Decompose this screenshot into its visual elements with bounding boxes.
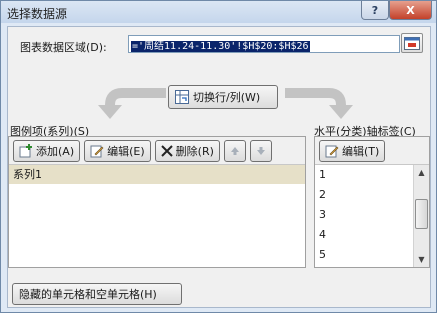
hidden-empty-cells-button[interactable]: 隐藏的单元格和空单元格(H) bbox=[12, 283, 182, 305]
collapse-range-icon bbox=[404, 36, 420, 50]
add-series-label: 添加(A) bbox=[36, 144, 75, 158]
move-up-icon bbox=[230, 146, 239, 155]
edit-series-label: 编辑(E) bbox=[107, 144, 145, 158]
delete-series-button[interactable]: 删除(R) bbox=[154, 139, 220, 162]
axis-list-scrollbar[interactable]: ▲ ▼ bbox=[413, 165, 429, 267]
axis-list-item[interactable]: 1 bbox=[315, 165, 429, 185]
help-icon: ? bbox=[371, 3, 379, 17]
axis-labels-list: 1 2 3 4 5 ▲ ▼ bbox=[315, 165, 429, 267]
scroll-up-button[interactable]: ▲ bbox=[414, 165, 429, 180]
chart-data-range-label: 图表数据区域(D): bbox=[20, 41, 107, 54]
series-panel: 添加(A) 编辑(E) 删除(R) 系列1 bbox=[8, 136, 306, 268]
dialog-body: 图表数据区域(D): ='周结11.24-11.30'!$H$20:$H$26 bbox=[7, 26, 431, 308]
edit-axis-labels-label: 编辑(T) bbox=[342, 144, 380, 158]
edit-axis-labels-button[interactable]: 编辑(T) bbox=[319, 139, 386, 162]
move-up-button[interactable] bbox=[223, 139, 246, 162]
scroll-down-button[interactable]: ▼ bbox=[414, 252, 429, 267]
left-curve-arrow-icon bbox=[98, 88, 166, 119]
chevron-down-icon: ▼ bbox=[418, 255, 425, 264]
axis-list-item[interactable]: 3 bbox=[315, 205, 429, 225]
right-curve-arrow-icon bbox=[285, 88, 353, 119]
series-list-item[interactable]: 系列1 bbox=[9, 165, 305, 184]
axis-list-item[interactable]: 5 bbox=[315, 245, 429, 265]
close-icon: X bbox=[406, 3, 415, 17]
select-data-source-dialog: 选择数据源 ? X 图表数据区域(D): ='周结11.24-11.30'!$H… bbox=[0, 0, 437, 313]
axis-toolbar: 编辑(T) bbox=[315, 137, 429, 165]
collapse-range-button[interactable] bbox=[401, 33, 423, 53]
axis-labels-panel: 编辑(T) 1 2 3 4 5 ▲ ▼ bbox=[314, 136, 430, 268]
scroll-thumb[interactable] bbox=[415, 199, 428, 229]
title-bar: 选择数据源 ? X bbox=[1, 1, 436, 23]
chart-data-range-value: ='周结11.24-11.30'!$H$20:$H$26 bbox=[131, 41, 310, 52]
hidden-empty-cells-label: 隐藏的单元格和空单元格(H) bbox=[19, 288, 157, 301]
chart-data-range-input[interactable]: ='周结11.24-11.30'!$H$20:$H$26 bbox=[128, 35, 400, 53]
axis-list-item[interactable]: 2 bbox=[315, 185, 429, 205]
chevron-up-icon: ▲ bbox=[418, 168, 425, 177]
delete-series-label: 删除(R) bbox=[175, 144, 214, 158]
switch-row-column-label: 切换行/列(W) bbox=[193, 91, 261, 104]
move-down-button[interactable] bbox=[249, 139, 272, 162]
axis-list-item[interactable]: 4 bbox=[315, 225, 429, 245]
dialog-title: 选择数据源 bbox=[7, 7, 68, 21]
close-button[interactable]: X bbox=[389, 1, 432, 20]
add-series-button[interactable]: 添加(A) bbox=[13, 139, 81, 162]
series-toolbar: 添加(A) 编辑(E) 删除(R) bbox=[9, 137, 305, 165]
help-button[interactable]: ? bbox=[361, 1, 389, 20]
delete-icon bbox=[160, 144, 173, 157]
switch-row-column-icon bbox=[175, 90, 189, 104]
switch-row-column-button[interactable]: 切换行/列(W) bbox=[168, 85, 278, 109]
edit-icon bbox=[90, 145, 104, 157]
edit-series-button[interactable]: 编辑(E) bbox=[84, 139, 151, 162]
edit-icon bbox=[325, 145, 339, 157]
move-down-icon bbox=[256, 146, 265, 155]
add-icon bbox=[19, 143, 32, 157]
